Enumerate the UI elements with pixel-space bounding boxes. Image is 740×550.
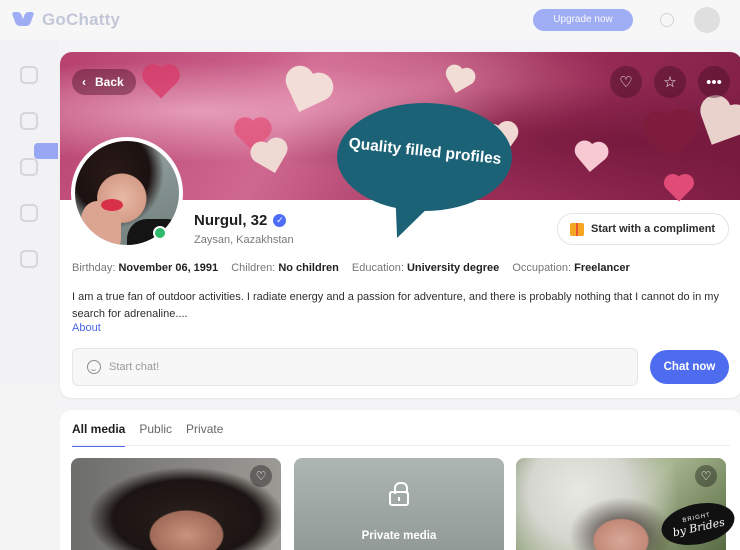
chat-input-placeholder: Start chat! <box>109 361 160 373</box>
sidebar-item-settings-icon[interactable] <box>20 250 38 268</box>
like-button[interactable]: ♡ <box>610 66 642 98</box>
star-icon: ☆ <box>663 74 677 91</box>
profile-bio: I am a true fan of outdoor activities. I… <box>72 291 719 320</box>
sidebar <box>0 40 58 550</box>
back-button-label: Back <box>95 75 124 89</box>
detail-value: No children <box>278 262 339 274</box>
media-tile[interactable]: ♡ <box>71 458 281 550</box>
heart-icon: ♡ <box>619 74 633 91</box>
tab-private[interactable]: Private <box>186 422 223 447</box>
avatar-detail <box>101 199 123 211</box>
sidebar-item-home-icon[interactable] <box>20 66 38 84</box>
online-status-dot <box>153 226 167 240</box>
sidebar-item-search-icon[interactable] <box>20 112 38 130</box>
notification-icon[interactable] <box>660 13 674 27</box>
cover-heart <box>145 67 177 99</box>
detail-value: November 06, 1991 <box>118 262 219 274</box>
detail-value: Freelancer <box>574 262 630 274</box>
sidebar-item-chat-icon[interactable] <box>20 158 38 176</box>
chat-now-button[interactable]: Chat now <box>650 350 729 384</box>
sidebar-active-indicator <box>34 143 58 159</box>
heart-icon[interactable]: ♡ <box>250 465 272 487</box>
cover-heart <box>286 73 326 113</box>
private-media-tile[interactable]: Private media <box>294 458 504 550</box>
lock-icon <box>389 482 409 506</box>
detail-label: Education: <box>351 262 404 274</box>
sidebar-item-likes-icon[interactable] <box>20 204 38 222</box>
cover-heart <box>647 114 695 162</box>
cover-heart <box>255 142 287 174</box>
app-name: GoChatty <box>42 10 121 29</box>
favorite-button[interactable]: ☆ <box>654 66 686 98</box>
chevron-left-icon: ‹ <box>82 75 86 89</box>
chat-input[interactable]: Start chat! <box>72 348 638 386</box>
heart-icon[interactable]: ♡ <box>695 465 717 487</box>
cover-heart <box>446 68 472 94</box>
compliment-button[interactable]: Start with a compliment <box>557 213 729 245</box>
app-logo[interactable]: GoChatty <box>12 9 120 31</box>
cover-heart <box>577 144 605 172</box>
profile-name: Nurgul, 32 <box>194 212 268 229</box>
compliment-button-label: Start with a compliment <box>591 223 716 235</box>
upgrade-button[interactable]: Upgrade now <box>533 9 633 31</box>
media-tabs: All media Public Private <box>72 422 223 447</box>
detail-label: Children: <box>231 262 276 274</box>
back-button[interactable]: ‹ Back <box>72 69 136 95</box>
verified-badge-icon: ✓ <box>273 214 287 227</box>
about-link[interactable]: About <box>72 322 101 334</box>
detail-value: University degree <box>406 262 500 274</box>
private-media-label: Private media <box>361 530 437 542</box>
profile-location: Zaysan, Kazakhstan <box>194 234 294 246</box>
tab-public[interactable]: Public <box>139 422 172 447</box>
top-bar: GoChatty Upgrade now <box>0 0 740 40</box>
more-options-button[interactable]: ••• <box>698 66 730 98</box>
emoji-icon[interactable] <box>87 360 101 374</box>
cover-heart <box>701 105 740 145</box>
media-card: All media Public Private ♡ Private media… <box>60 410 740 550</box>
detail-label: Occupation: <box>512 262 572 274</box>
tabs-divider <box>72 445 730 446</box>
tab-all-media[interactable]: All media <box>72 422 126 447</box>
profile-name-row: Nurgul, 32 ✓ <box>194 212 287 229</box>
more-icon: ••• <box>706 73 722 91</box>
cover-heart <box>666 176 692 202</box>
profile-details: Birthday: November 06, 1991 Children: No… <box>72 262 630 274</box>
logo-icon <box>12 9 34 31</box>
detail-label: Birthday: <box>72 262 116 274</box>
user-avatar[interactable] <box>694 7 720 33</box>
gift-icon <box>570 222 584 236</box>
